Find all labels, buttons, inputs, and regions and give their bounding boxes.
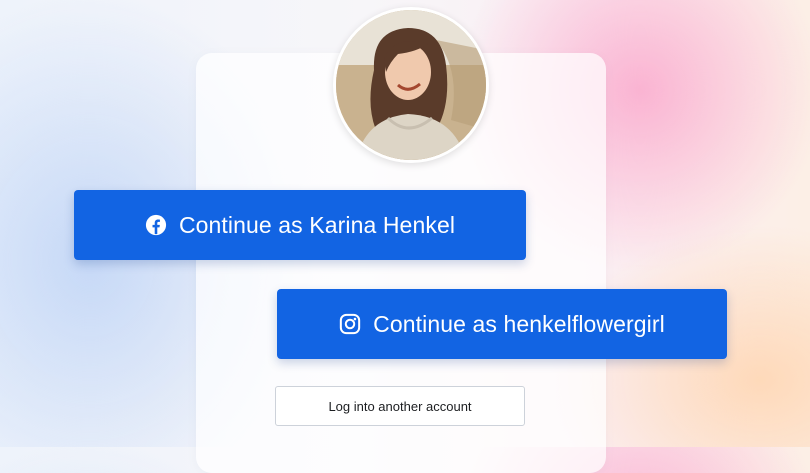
log-into-another-account-label: Log into another account xyxy=(328,398,472,414)
avatar-photo xyxy=(336,10,486,160)
continue-instagram-button[interactable]: Continue as henkelflowergirl xyxy=(277,289,727,359)
continue-facebook-label: Continue as Karina Henkel xyxy=(178,211,456,238)
avatar xyxy=(333,7,489,163)
instagram-icon xyxy=(339,313,361,335)
log-into-another-account-button[interactable]: Log into another account xyxy=(275,386,525,426)
continue-instagram-label: Continue as henkelflowergirl xyxy=(373,310,665,337)
continue-facebook-button[interactable]: Continue as Karina Henkel xyxy=(74,190,526,260)
facebook-icon xyxy=(145,214,167,236)
